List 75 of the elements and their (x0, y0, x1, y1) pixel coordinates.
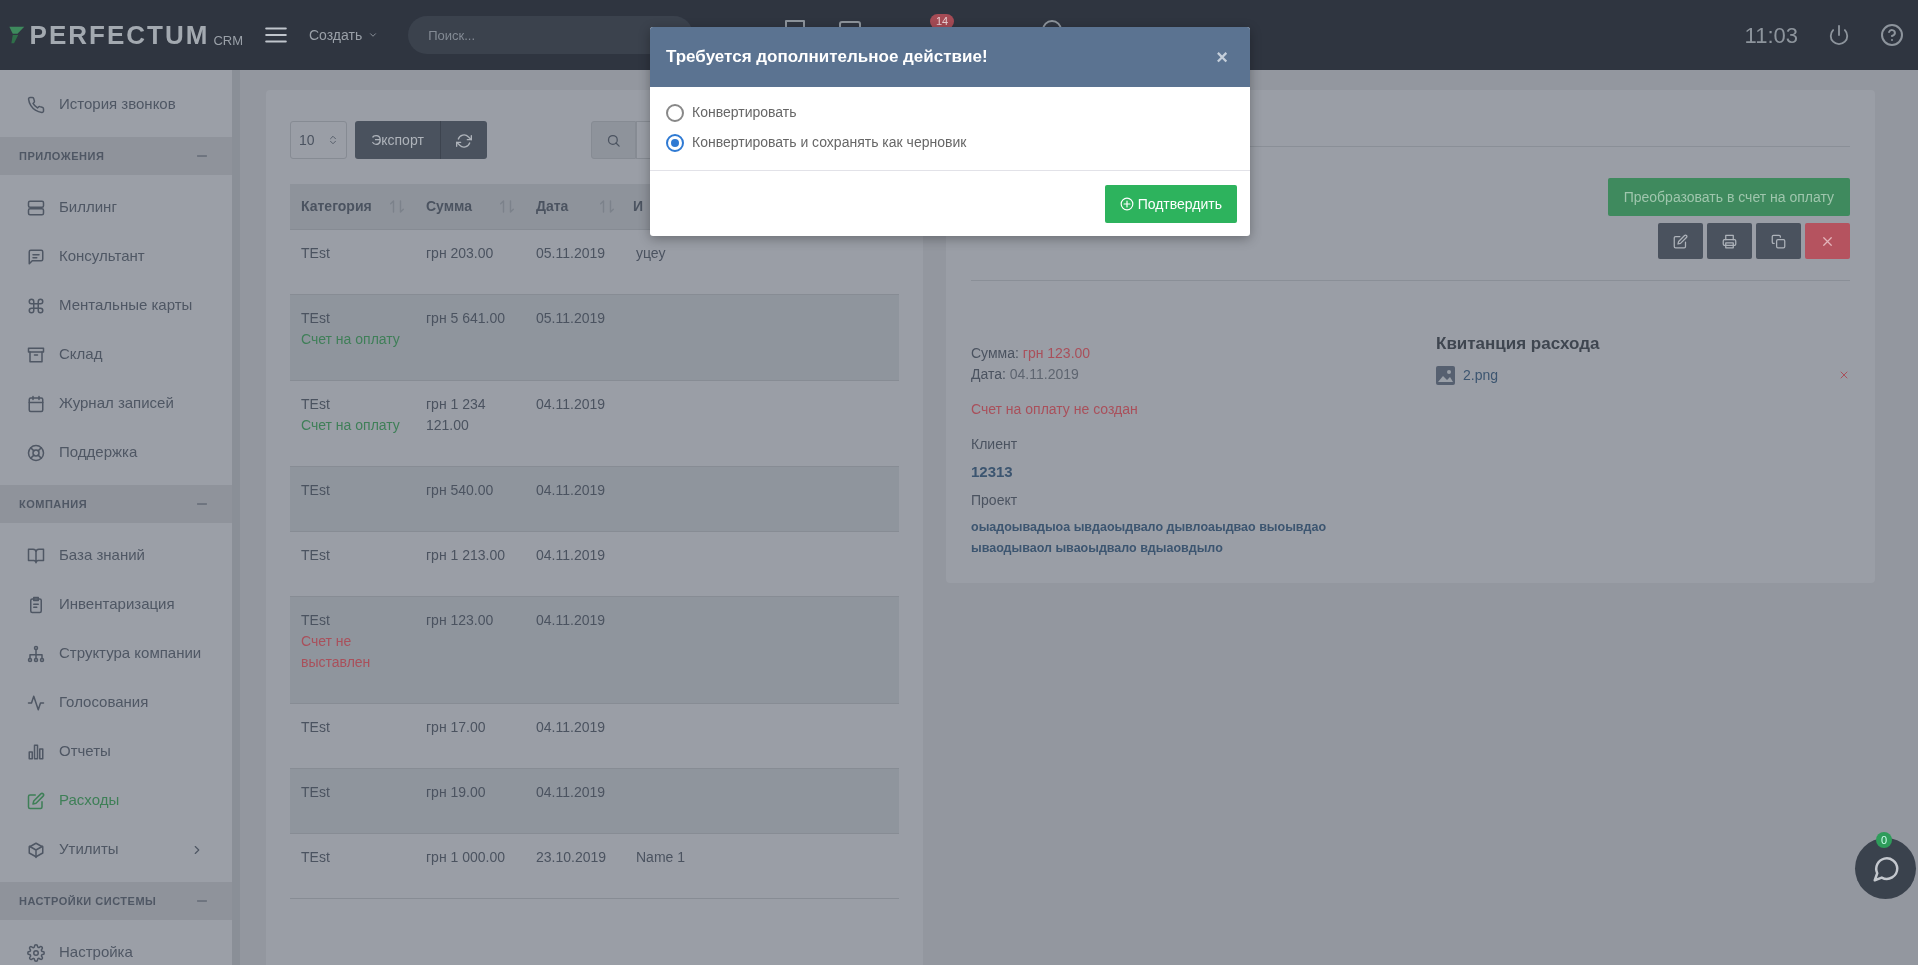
category-link[interactable]: TEst (301, 547, 330, 563)
table-cell: грн 17.00 (426, 719, 486, 735)
table-cell: грн 203.00 (426, 245, 494, 261)
radio-option[interactable]: Конвертировать и сохранять как черновик (666, 132, 967, 153)
receipt-title: Квитанция расхода (1436, 333, 1601, 355)
section-header[interactable]: НАСТРОЙКИ СИСТЕМЫ (0, 882, 232, 920)
category-link[interactable]: TEst (301, 612, 330, 628)
project-link[interactable]: оыадоывадыоа ывдаоыдвало дывлоаыдвао выоывдао ываодываол ываоыдвало вдыаовдыло (971, 516, 1351, 559)
column-header[interactable]: И (633, 196, 644, 217)
logo[interactable]: PERFECTUM CRM (8, 15, 243, 55)
table-cell: грн 1 000.00 (426, 849, 505, 865)
table-cell: 05.11.2019 (536, 310, 606, 326)
table-cell: 04.11.2019 (536, 396, 606, 412)
status-text: Счет не выставлен (301, 632, 372, 672)
table-cell: 04.11.2019 (536, 784, 606, 800)
table-cell: грн 1 234 121.00 (426, 396, 486, 433)
logo-suffix: CRM (213, 33, 243, 48)
sidebar-item[interactable]: Склад (0, 330, 232, 379)
close-button[interactable]: × (1210, 41, 1234, 73)
sidebar-item[interactable]: Структура компании (0, 629, 232, 678)
sidebar-item[interactable]: Отчеты (0, 727, 232, 776)
confirm-button[interactable]: Подтвердить (1104, 185, 1237, 223)
client-link[interactable]: 12313 (971, 461, 1436, 484)
table-cell: грн 540.00 (426, 482, 494, 498)
category-link[interactable]: TEst (301, 310, 330, 326)
table-cell: уцеу (636, 245, 666, 261)
category-link[interactable]: TEst (301, 482, 330, 498)
sidebar-item[interactable]: История звонков (0, 80, 232, 129)
category-link[interactable]: TEst (301, 245, 330, 261)
category-link[interactable]: TEst (301, 396, 330, 412)
sidebar-item[interactable]: Консультант (0, 232, 232, 281)
sidebar-item[interactable]: Расходы (0, 776, 232, 825)
page-size-select[interactable]: 10 (290, 121, 347, 159)
table-cell: грн 1 213.00 (426, 547, 505, 563)
table-cell: грн 19.00 (426, 784, 486, 800)
column-header[interactable]: Сумма (426, 196, 473, 217)
create-dropdown[interactable]: Создать (309, 24, 379, 46)
date-line: Дата: 04.11.2019 (971, 365, 1080, 384)
category-link[interactable]: TEst (301, 719, 330, 735)
table-cell: грн 123.00 (426, 612, 494, 628)
section-header[interactable]: ПРИЛОЖЕНИЯ (0, 137, 232, 175)
sidebar-item[interactable]: Поддержка (0, 428, 232, 477)
radio-option[interactable]: Конвертировать (666, 102, 797, 123)
table-cell: 04.11.2019 (536, 482, 606, 498)
sidebar-item[interactable]: Журнал записей (0, 379, 232, 428)
client-label: Клиент (971, 435, 1019, 454)
table-cell: 23.10.2019 (536, 849, 607, 865)
table-cell: Name 1 (636, 849, 686, 865)
column-header[interactable]: Дата (536, 196, 569, 217)
sidebar-item[interactable]: База знаний (0, 531, 232, 580)
sidebar-item[interactable]: Настройка (0, 928, 232, 965)
sidebar-item[interactable]: Ментальные карты (0, 281, 232, 330)
sidebar-item[interactable]: Утилиты (0, 825, 232, 874)
convert-button[interactable]: Преобразовать в счет на оплату (1607, 178, 1850, 216)
sidebar-item[interactable]: Инвентаризация (0, 580, 232, 629)
table-cell: 04.11.2019 (536, 719, 606, 735)
logo-text: PERFECTUM (29, 18, 210, 52)
table-cell: 05.11.2019 (536, 245, 606, 261)
category-link[interactable]: TEst (301, 784, 330, 800)
amount-line: Сумма: грн 123.00 (971, 344, 1092, 363)
category-link[interactable]: TEst (301, 849, 330, 865)
sidebar-item[interactable]: Голосования (0, 678, 232, 727)
chat-badge: 0 (1876, 832, 1893, 848)
attachment-link[interactable]: 2.png (1463, 364, 1499, 386)
table-cell: 04.11.2019 (536, 612, 606, 628)
export-button[interactable]: Экспорт (355, 121, 441, 159)
table-cell: 04.11.2019 (536, 547, 606, 563)
project-label: Проект (971, 490, 1019, 510)
invoice-status: Счет на оплату не создан (971, 400, 1139, 419)
status-text: Счет на оплату (301, 416, 401, 435)
section-header[interactable]: КОМПАНИЯ (0, 485, 232, 523)
table-cell: грн 5 641.00 (426, 310, 505, 326)
sidebar-item[interactable]: Биллинг (0, 183, 232, 232)
status-text: Счет на оплату (301, 330, 401, 349)
clock-time: 11:03 (1744, 21, 1798, 50)
